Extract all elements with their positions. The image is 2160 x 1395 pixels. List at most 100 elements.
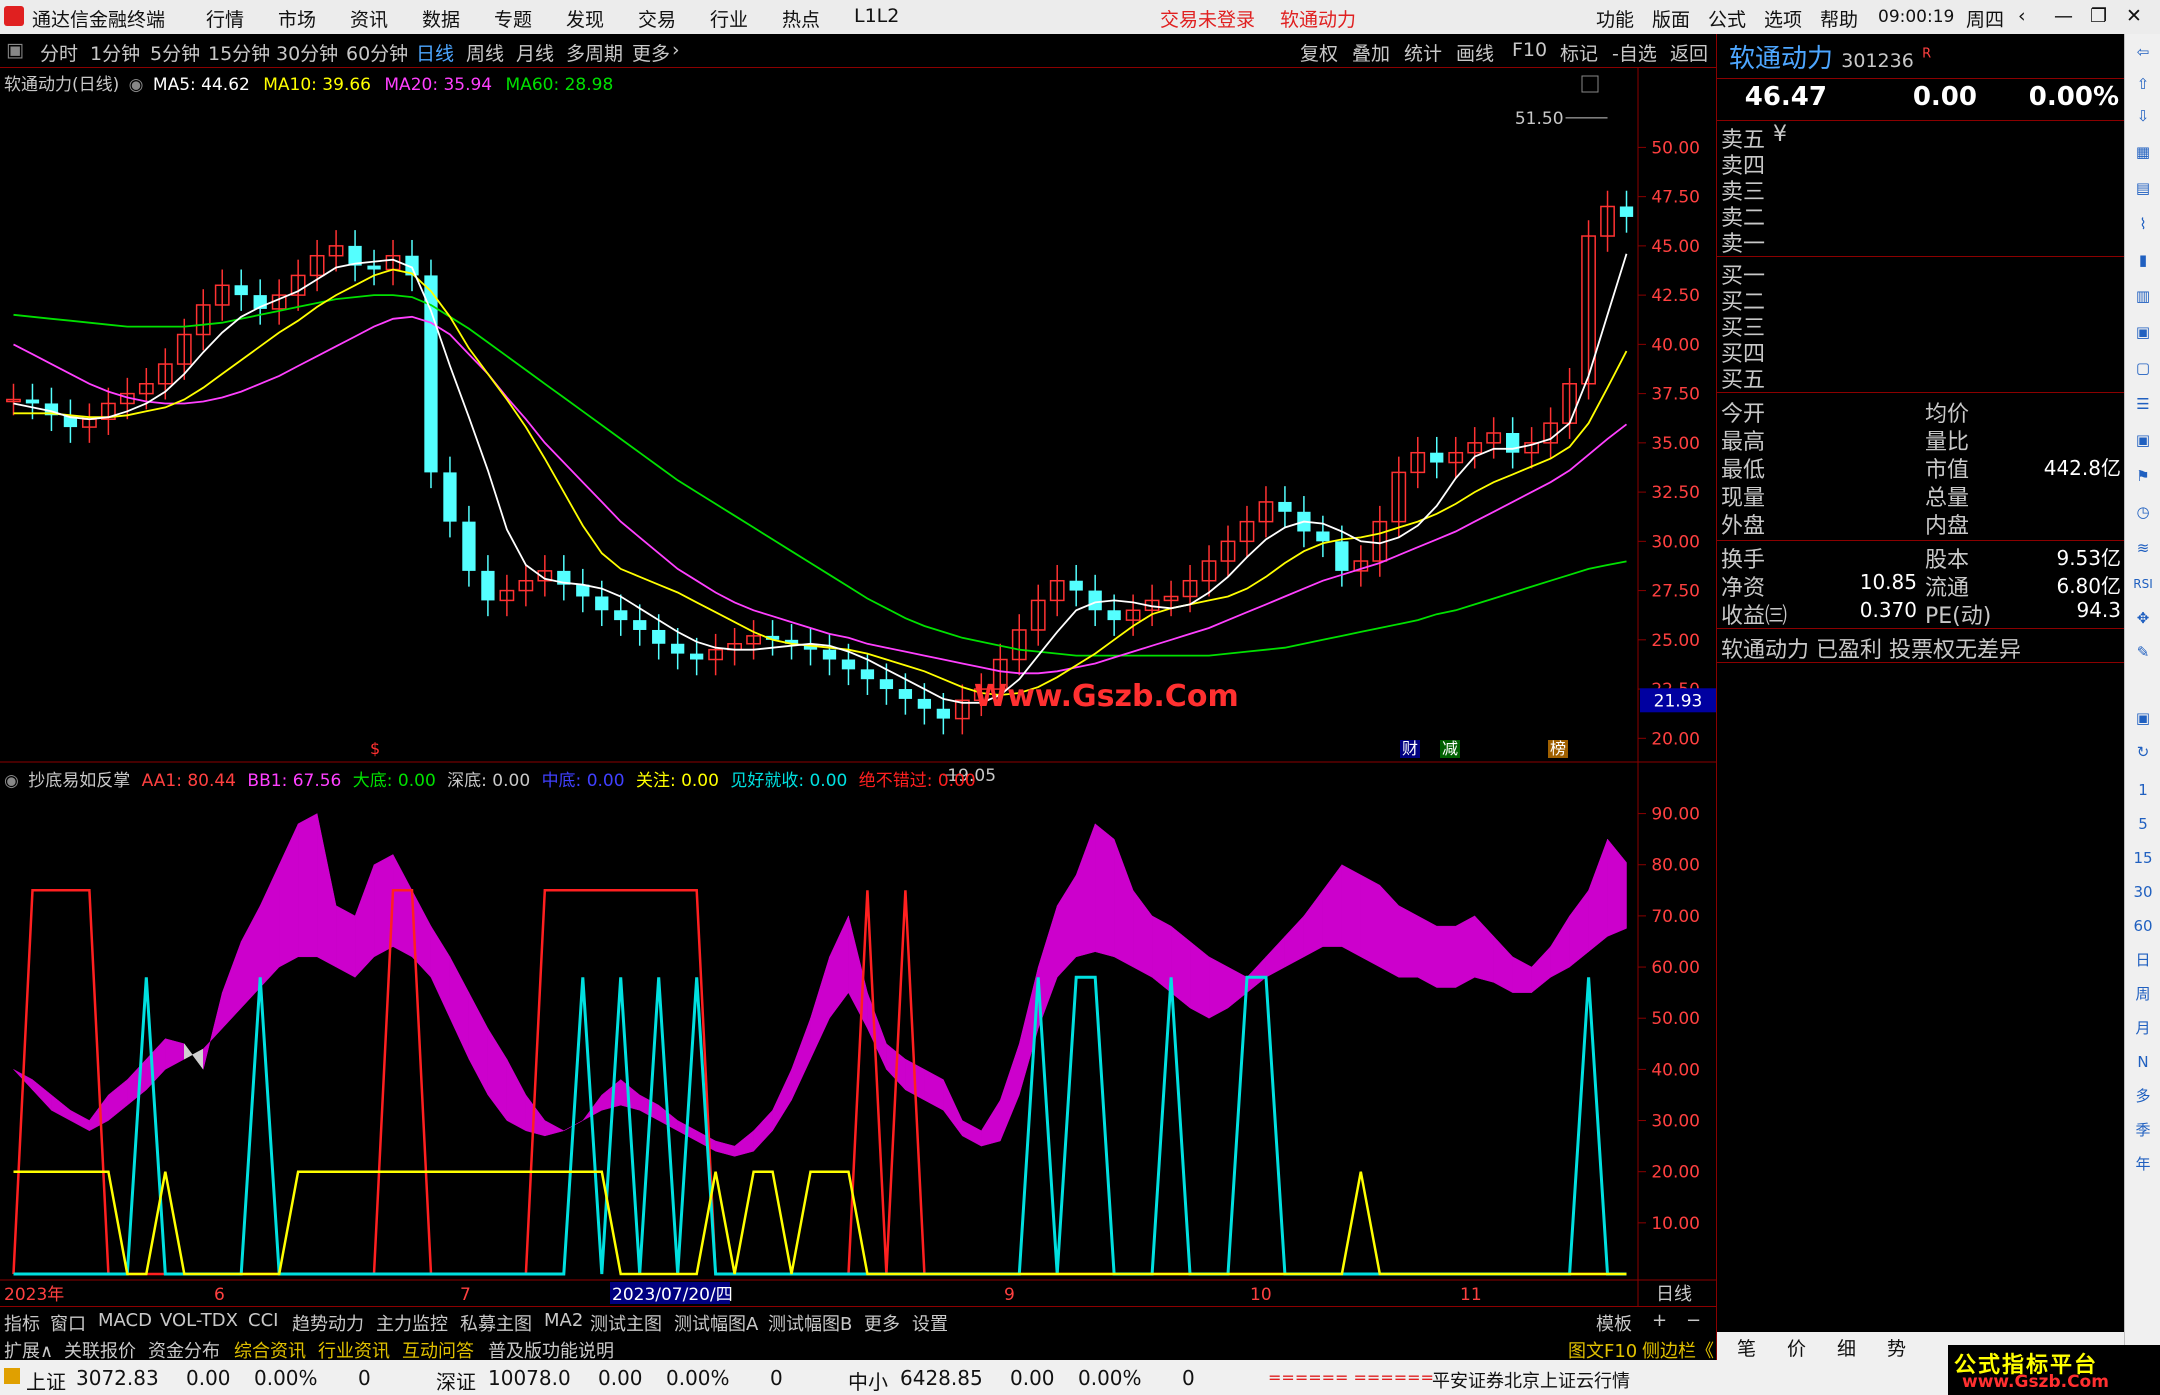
period-month-button[interactable]: 月 (2129, 1014, 2157, 1042)
period-fenshi[interactable]: 分时 (40, 39, 78, 66)
tab-ma2[interactable]: MA2 (544, 1310, 583, 1331)
f2-icon[interactable]: ▣ (2129, 426, 2157, 454)
clock-icon[interactable]: ◷ (2129, 498, 2157, 526)
arrow-up-icon[interactable]: ⇧ (2129, 70, 2157, 98)
period-30-button[interactable]: 30 (2129, 878, 2157, 906)
menu-banmian[interactable]: 版面 (1652, 5, 1690, 32)
menu-l1l2[interactable]: L1L2 (854, 5, 899, 27)
template-button[interactable]: 模板 (1596, 1310, 1632, 1336)
tool-diejia[interactable]: 叠加 (1352, 39, 1390, 66)
period-60min[interactable]: 60分钟 (346, 39, 408, 66)
period-60-button[interactable]: 60 (2129, 912, 2157, 940)
close-icon[interactable]: ✕ (2126, 5, 2142, 27)
tab-ceshi-zhu[interactable]: 测试主图 (590, 1310, 662, 1336)
period-year-button[interactable]: 年 (2129, 1150, 2157, 1178)
period-1min[interactable]: 1分钟 (90, 39, 140, 66)
tab-more[interactable]: 更多 (864, 1310, 900, 1336)
tab-cci[interactable]: CCI (248, 1310, 278, 1331)
kline-icon[interactable]: ▮ (2129, 246, 2157, 274)
menu-gongneng[interactable]: 功能 (1596, 5, 1634, 32)
menu-xuanxiang[interactable]: 选项 (1764, 5, 1802, 32)
tab-ceshi-b[interactable]: 测试幅图B (768, 1310, 852, 1336)
period-week[interactable]: 周线 (466, 39, 504, 66)
tab-chuangkou[interactable]: 窗口 (50, 1310, 86, 1336)
period-1-button[interactable]: 1 (2129, 776, 2157, 804)
data-feed[interactable]: 平安证券北京上证云行情 (1432, 1367, 1630, 1393)
period-season-button[interactable]: 季 (2129, 1116, 2157, 1144)
tab-vol[interactable]: VOL-TDX (160, 1310, 238, 1331)
period-week-button[interactable]: 周 (2129, 980, 2157, 1008)
f10-icon[interactable]: ▣ (2129, 318, 2157, 346)
tab-simu[interactable]: 私募主图 (460, 1310, 532, 1336)
tab-xi[interactable]: 细 (1837, 1334, 1856, 1361)
chevron-right-icon[interactable]: › (672, 39, 680, 61)
chart-area[interactable]: 50.00 47.50 45.00 42.50 40.00 37.50 35.00 32.50… (0, 68, 1716, 1314)
period-15-button[interactable]: 15 (2129, 844, 2157, 872)
menu-shuju[interactable]: 数据 (422, 5, 460, 32)
tab-zhibiao[interactable]: 指标 (4, 1310, 40, 1336)
menu-hangye[interactable]: 行业 (710, 5, 748, 32)
line-chart-icon[interactable]: ⌇ (2129, 210, 2157, 238)
menu-faxian[interactable]: 发现 (566, 5, 604, 32)
period-month[interactable]: 月线 (516, 39, 554, 66)
menu-bangzhu[interactable]: 帮助 (1820, 5, 1858, 32)
tool-zixuan[interactable]: -自选 (1612, 39, 1657, 66)
period-5-button[interactable]: 5 (2129, 810, 2157, 838)
add-icon[interactable]: + (1652, 1310, 1667, 1331)
tab-settings[interactable]: 设置 (912, 1310, 948, 1336)
move-icon[interactable]: ✥ (2129, 604, 2157, 632)
tab-ceshi-a[interactable]: 测试幅图A (674, 1310, 758, 1336)
login-status[interactable]: 交易未登录 (1160, 5, 1255, 32)
period-more[interactable]: 更多 (632, 39, 670, 66)
zx-index-name[interactable]: 中小 (848, 1366, 888, 1395)
back-icon[interactable]: ‹ (2018, 5, 2026, 27)
period-multi[interactable]: 多周期 (566, 39, 623, 66)
panel-toggle-icon[interactable]: ▣ (6, 39, 24, 61)
tool-fuquan[interactable]: 复权 (1300, 39, 1338, 66)
chart-canvas[interactable]: 50.00 47.50 45.00 42.50 40.00 37.50 35.00 32.50… (0, 68, 1716, 1306)
menu-zixun[interactable]: 资讯 (350, 5, 388, 32)
tool-fanhui[interactable]: 返回 (1670, 39, 1708, 66)
menu-redian[interactable]: 热点 (782, 5, 820, 32)
period-5min[interactable]: 5分钟 (150, 39, 200, 66)
menu-hangqing[interactable]: 行情 (206, 5, 244, 32)
remove-icon[interactable]: − (1686, 1310, 1701, 1331)
sz-index-name[interactable]: 深证 (436, 1366, 476, 1395)
refresh-icon[interactable]: ↻ (2129, 738, 2157, 766)
period-day-button[interactable]: 日 (2129, 946, 2157, 974)
chart-settings-icon[interactable]: ◉ (129, 75, 144, 95)
period-30min[interactable]: 30分钟 (276, 39, 338, 66)
tool-tongji[interactable]: 统计 (1404, 39, 1442, 66)
menu-shichang[interactable]: 市场 (278, 5, 316, 32)
flag-icon[interactable]: ⚑ (2129, 462, 2157, 490)
table-icon[interactable]: ▤ (2129, 174, 2157, 202)
tab-shi[interactable]: 势 (1887, 1334, 1906, 1361)
arrow-left-icon[interactable]: ⇦ (2129, 38, 2157, 66)
tool-huaxian[interactable]: 画线 (1456, 39, 1494, 66)
pen-icon[interactable]: ✎ (2129, 638, 2157, 666)
arrow-down-icon[interactable]: ⇩ (2129, 102, 2157, 130)
fs-icon[interactable]: ▣ (2129, 704, 2157, 732)
menu-jiaoyi[interactable]: 交易 (638, 5, 676, 32)
rsi-icon[interactable]: RSI (2129, 570, 2157, 598)
tab-macd[interactable]: MACD (98, 1310, 152, 1331)
menu-gongshi[interactable]: 公式 (1708, 5, 1746, 32)
tool-f10[interactable]: F10 (1512, 39, 1547, 61)
tab-jia[interactable]: 价 (1787, 1334, 1806, 1361)
list-icon[interactable]: ☰ (2129, 390, 2157, 418)
market-icon[interactable] (4, 1368, 20, 1384)
minimize-icon[interactable]: — (2054, 5, 2073, 27)
period-multi-button[interactable]: 多 (2129, 1082, 2157, 1110)
period-n-button[interactable]: N (2129, 1048, 2157, 1076)
indicator-settings-icon[interactable]: ◉ (4, 771, 19, 791)
tab-bi[interactable]: 笔 (1737, 1334, 1756, 1361)
doc-icon[interactable]: ▢ (2129, 354, 2157, 382)
tab-zhuli[interactable]: 主力监控 (376, 1310, 448, 1336)
period-day[interactable]: 日线 (416, 39, 454, 66)
sh-index-name[interactable]: 上证 (26, 1366, 66, 1395)
wave-icon[interactable]: ≋ (2129, 534, 2157, 562)
grid-icon[interactable]: ▦ (2129, 138, 2157, 166)
period-15min[interactable]: 15分钟 (208, 39, 270, 66)
tool-biaoji[interactable]: 标记 (1560, 39, 1598, 66)
news-icon[interactable]: ▥ (2129, 282, 2157, 310)
